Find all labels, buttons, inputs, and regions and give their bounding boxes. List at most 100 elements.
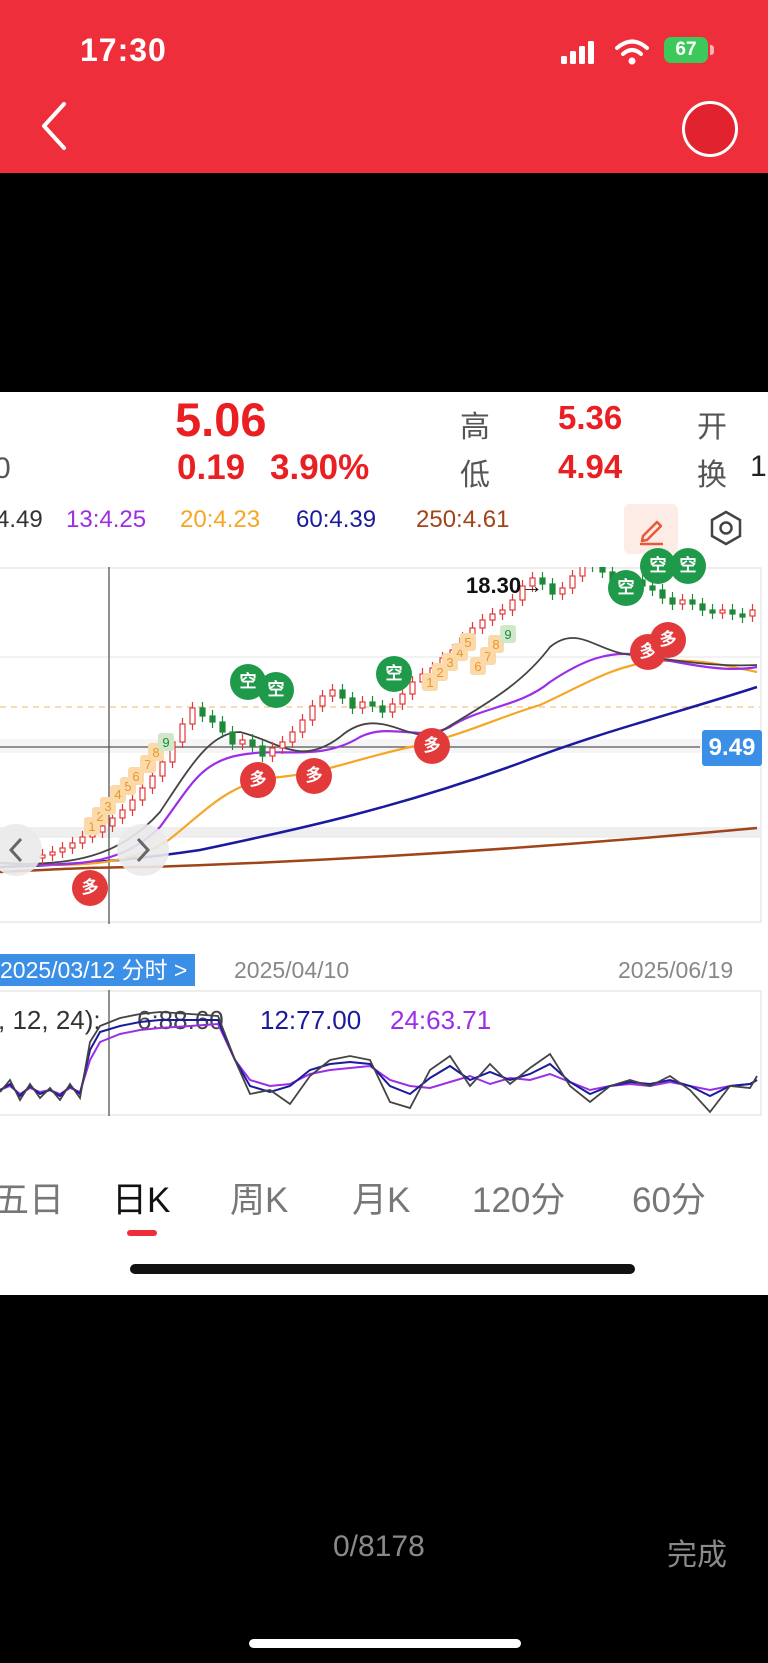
long-signal-badge[interactable]: 多 — [72, 870, 108, 906]
battery-tip — [710, 45, 714, 55]
candle — [59, 847, 66, 853]
ma-partial: 4.49 — [0, 506, 43, 533]
ma13-value: 13:4.25 — [66, 506, 147, 533]
candle — [549, 583, 556, 595]
long-signal-badge[interactable]: 多 — [650, 622, 686, 658]
candle — [689, 599, 696, 605]
candle — [239, 739, 246, 745]
candle — [699, 603, 706, 611]
candle — [259, 745, 266, 757]
short-signal-badge[interactable]: 空 — [670, 548, 706, 584]
settings-button[interactable] — [704, 506, 748, 550]
period-tab[interactable]: 月K — [352, 1172, 410, 1223]
date-mid: 2025/04/10 — [234, 957, 350, 983]
ma60-value: 60:4.39 — [296, 506, 377, 533]
candle — [679, 599, 686, 605]
period-tab[interactable]: 周K — [230, 1172, 288, 1223]
candle — [199, 707, 206, 717]
candle — [569, 575, 576, 589]
wifi-icon — [614, 38, 650, 71]
home-indicator — [130, 1264, 635, 1274]
candle — [119, 809, 126, 819]
candle — [149, 775, 156, 789]
candle — [659, 589, 666, 599]
candle — [479, 619, 486, 629]
last-price: 5.06 — [175, 393, 267, 446]
price-change-pct: 3.90% — [270, 448, 370, 487]
done-button[interactable]: 完成 — [667, 1530, 727, 1574]
candle — [289, 731, 296, 743]
chevron-left-icon — [42, 102, 66, 150]
candle — [749, 609, 756, 617]
period-tab[interactable]: 60分 — [632, 1172, 706, 1223]
period-tab[interactable]: 日K — [112, 1172, 170, 1223]
candle — [319, 695, 326, 707]
period-tab[interactable]: 五日 — [0, 1172, 64, 1223]
status-time: 17:30 — [80, 32, 167, 68]
candle — [509, 599, 516, 611]
crosshair-price: 9.49 — [702, 730, 762, 766]
battery-icon: 67 — [664, 37, 708, 63]
indicator-chart[interactable] — [0, 990, 768, 1116]
signal-icon — [561, 40, 597, 69]
candle — [719, 609, 726, 614]
candle — [649, 585, 656, 591]
candle — [219, 721, 226, 733]
candle — [579, 567, 586, 577]
candle — [489, 613, 496, 621]
candle — [559, 587, 566, 595]
candle — [339, 689, 346, 699]
period-tab[interactable]: 120分 — [472, 1172, 565, 1223]
candle — [229, 731, 236, 745]
candle — [269, 747, 276, 757]
kline-chart[interactable]: 123456789123456789 18.30→ — [0, 567, 768, 924]
home-indicator-bottom — [249, 1639, 521, 1648]
candle — [139, 787, 146, 801]
record-button[interactable] — [682, 101, 738, 157]
candle — [109, 817, 116, 827]
candle — [379, 705, 386, 713]
back-button[interactable] — [34, 98, 74, 154]
long-signal-badge[interactable]: 多 — [414, 728, 450, 764]
td-marker-label: 8 — [492, 637, 499, 652]
date-badge[interactable]: 2025/03/12 分时 > — [0, 954, 196, 986]
td-marker-label: 6 — [132, 769, 139, 784]
candle — [159, 761, 166, 777]
turnover-label: 换 — [697, 459, 727, 492]
td-marker-label: 9 — [162, 735, 169, 750]
candle — [279, 741, 286, 749]
candle — [189, 707, 196, 725]
td-marker-label: 9 — [504, 627, 511, 642]
candle — [389, 703, 396, 713]
long-signal-badge[interactable]: 多 — [240, 762, 276, 798]
candle — [499, 609, 506, 615]
high-label: 高 — [460, 411, 490, 444]
candle — [79, 836, 86, 844]
scroll-right-button[interactable] — [117, 824, 169, 876]
gear-icon — [710, 510, 742, 546]
pencil-icon — [640, 520, 663, 546]
candle — [359, 701, 366, 709]
candle — [599, 567, 606, 573]
candle — [129, 799, 136, 811]
short-signal-badge[interactable]: 空 — [608, 570, 644, 606]
short-signal-badge[interactable]: 空 — [376, 656, 412, 692]
turnover-partial: 1 — [750, 450, 767, 483]
candle — [299, 719, 306, 733]
candle — [399, 693, 406, 705]
candle — [729, 609, 736, 615]
long-signal-badge[interactable]: 多 — [296, 758, 332, 794]
candle — [739, 613, 746, 618]
low-value: 4.94 — [558, 448, 623, 485]
candle — [409, 681, 416, 695]
draw-button[interactable] — [624, 504, 678, 554]
page-counter: 0/8178 — [333, 1530, 425, 1563]
candle — [329, 689, 336, 697]
candle — [309, 705, 316, 721]
short-signal-badge[interactable]: 空 — [258, 672, 294, 708]
stock-card: 5.06 0.19 3.90% 0 高 5.36 低 4.94 开 换 1 4.… — [0, 392, 768, 1295]
open-label: 开 — [697, 411, 727, 444]
candle — [369, 701, 376, 707]
high-value: 5.36 — [558, 399, 623, 436]
candle — [99, 825, 106, 833]
